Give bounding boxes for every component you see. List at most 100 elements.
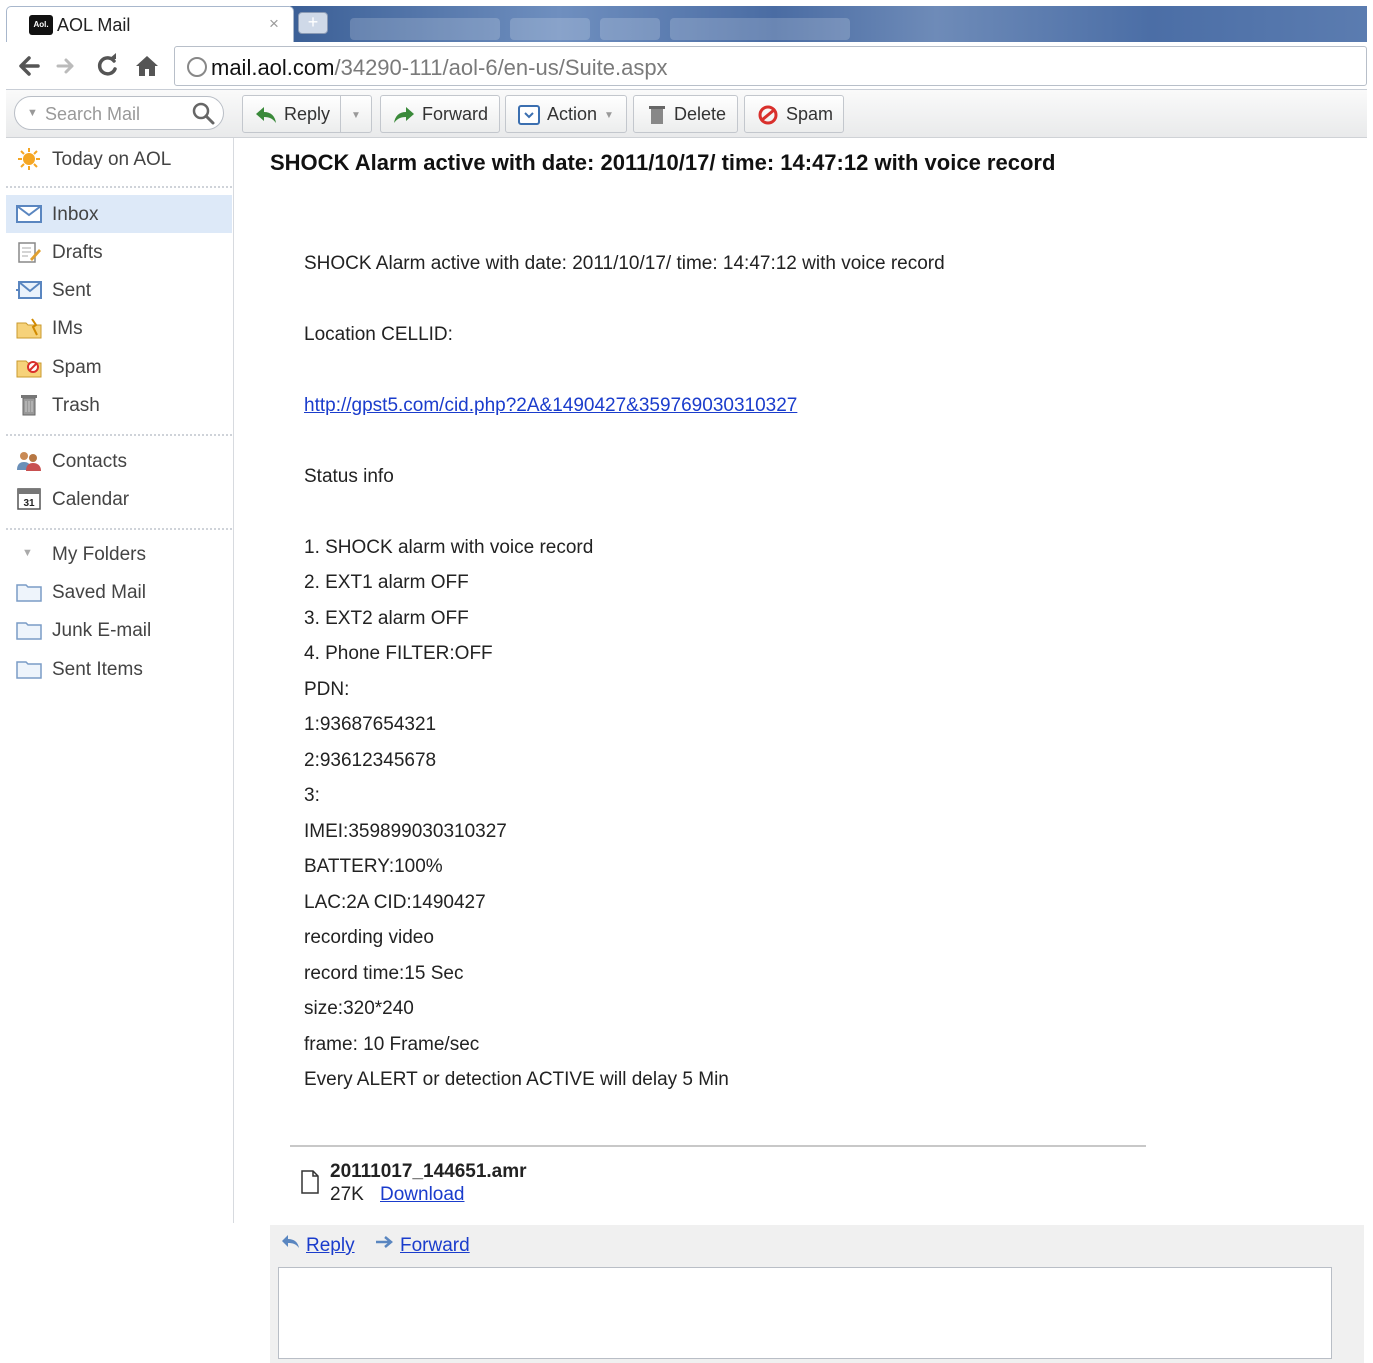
new-tab-button[interactable]: + xyxy=(298,12,328,34)
browser-tab-blurred[interactable] xyxy=(600,18,660,40)
sidebar-item-contacts[interactable]: Contacts xyxy=(6,442,232,480)
sidebar-item-saved-mail[interactable]: Saved Mail xyxy=(6,573,232,611)
sidebar-item-label: My Folders xyxy=(52,544,146,565)
status-line: BATTERY:100% xyxy=(304,856,443,877)
close-tab-icon[interactable]: × xyxy=(269,14,279,34)
sidebar-item-label: Saved Mail xyxy=(52,582,146,603)
sidebar-item-sent[interactable]: Sent xyxy=(6,271,232,309)
action-label: Action xyxy=(547,104,598,124)
ims-icon xyxy=(16,318,42,339)
calendar-icon: 31 xyxy=(17,488,41,510)
folder-icon xyxy=(16,584,42,602)
reply-button[interactable]: Reply ▼ xyxy=(242,95,372,133)
message-subject: SHOCK Alarm active with date: 2011/10/17… xyxy=(270,150,1056,175)
mail-toolbar: ▼ Reply ▼ Forward Action ▼ Delete Spam xyxy=(6,90,1367,138)
status-line: record time:15 Sec xyxy=(304,963,464,984)
search-input[interactable] xyxy=(45,102,185,126)
sidebar-item-label: IMs xyxy=(52,318,83,339)
divider xyxy=(6,186,232,188)
search-box[interactable]: ▼ xyxy=(14,96,224,130)
sidebar-item-inbox[interactable]: Inbox xyxy=(6,195,232,233)
sidebar-item-sent-items[interactable]: Sent Items xyxy=(6,650,232,688)
tab-title: AOL Mail xyxy=(57,15,131,35)
status-line: 1. SHOCK alarm with voice record xyxy=(304,537,594,558)
address-bar[interactable]: mail.aol.com/34290-111/aol-6/en-us/Suite… xyxy=(174,46,1367,86)
url-text[interactable]: mail.aol.com/34290-111/aol-6/en-us/Suite… xyxy=(211,55,668,81)
sidebar-item-label: Calendar xyxy=(52,489,130,510)
sidebar-item-calendar[interactable]: 31 Calendar xyxy=(6,480,232,518)
sidebar-item-spam[interactable]: Spam xyxy=(6,348,232,386)
trash-icon xyxy=(21,395,37,416)
quick-reply-link[interactable]: Reply xyxy=(306,1235,355,1257)
attachment-size: 27K xyxy=(330,1184,364,1205)
action-button[interactable]: Action ▼ xyxy=(505,95,627,133)
sidebar-item-ims[interactable]: IMs xyxy=(6,309,232,347)
status-line: 2. EXT1 alarm OFF xyxy=(304,572,469,593)
sidebar-item-label: Contacts xyxy=(52,451,127,472)
forward-arrow-icon xyxy=(376,1236,393,1248)
location-link[interactable]: http://gpst5.com/cid.php?2A&1490427&3597… xyxy=(304,395,797,417)
status-line: LAC:2A CID:1490427 xyxy=(304,892,486,913)
sidebar-item-label: Junk E-mail xyxy=(52,620,152,641)
forward-nav-button[interactable] xyxy=(52,51,82,81)
status-line: 3: xyxy=(304,785,320,806)
reply-options-chevron-icon[interactable]: ▼ xyxy=(351,110,361,121)
spam-folder-icon xyxy=(16,360,42,378)
spam-button[interactable]: Spam xyxy=(744,95,844,133)
arrow-left-icon xyxy=(19,56,40,76)
split-divider xyxy=(340,96,341,132)
status-line: recording video xyxy=(304,927,434,948)
sidebar: Today on AOL Inbox Drafts Sent IMs Spam … xyxy=(6,138,234,1223)
search-icon[interactable] xyxy=(191,101,215,125)
spam-label: Spam xyxy=(786,104,834,124)
arrow-right-icon xyxy=(56,58,74,74)
browser-tab-blurred[interactable] xyxy=(510,18,590,40)
status-line: 1:93687654321 xyxy=(304,714,437,735)
delete-button[interactable]: Delete xyxy=(633,95,738,133)
calendar-day-number: 31 xyxy=(23,498,35,509)
status-line: Every ALERT or detection ACTIVE will del… xyxy=(304,1069,729,1090)
divider xyxy=(6,528,232,530)
reply-arrow-icon xyxy=(256,107,276,123)
download-link[interactable]: Download xyxy=(380,1184,465,1206)
search-dropdown-icon[interactable]: ▼ xyxy=(27,107,38,119)
url-path: /34290-111/aol-6/en-us/Suite.aspx xyxy=(334,55,668,80)
chevron-down-icon[interactable]: ▼ xyxy=(22,547,48,569)
browser-navbar: mail.aol.com/34290-111/aol-6/en-us/Suite… xyxy=(6,42,1367,90)
status-line: frame: 10 Frame/sec xyxy=(304,1034,480,1055)
sidebar-item-junk-email[interactable]: Junk E-mail xyxy=(6,611,232,649)
status-line: PDN: xyxy=(304,679,350,700)
quick-reply-panel: Reply Forward xyxy=(270,1225,1364,1363)
quick-reply-textarea[interactable] xyxy=(278,1267,1332,1359)
sidebar-item-today-on-aol[interactable]: Today on AOL xyxy=(6,140,232,178)
quick-forward-link[interactable]: Forward xyxy=(400,1235,470,1257)
folder-icon xyxy=(16,622,42,640)
home-button[interactable] xyxy=(132,51,162,81)
url-host: mail.aol.com xyxy=(211,55,335,80)
folder-icon xyxy=(16,661,42,679)
sidebar-item-label: Sent Items xyxy=(52,659,143,680)
action-icon xyxy=(518,105,540,125)
sent-icon xyxy=(16,281,42,299)
sidebar-item-label: Inbox xyxy=(52,204,99,225)
inbox-icon xyxy=(16,205,42,223)
back-button[interactable] xyxy=(14,51,44,81)
browser-tab-blurred[interactable] xyxy=(350,18,500,40)
message-line: SHOCK Alarm active with date: 2011/10/17… xyxy=(304,253,945,274)
browser-tab-aol-mail[interactable]: Aol. AOL Mail × xyxy=(6,6,294,42)
reload-button[interactable] xyxy=(92,51,122,81)
sidebar-item-drafts[interactable]: Drafts xyxy=(6,233,232,271)
forward-label: Forward xyxy=(422,104,489,124)
action-chevron-down-icon: ▼ xyxy=(604,110,614,121)
message-line: Location CELLID: xyxy=(304,324,453,345)
sidebar-item-my-folders[interactable]: ▼ My Folders xyxy=(6,535,232,573)
delete-label: Delete xyxy=(674,104,727,124)
status-line: 3. EXT2 alarm OFF xyxy=(304,608,469,629)
sidebar-item-label: Drafts xyxy=(52,242,103,263)
home-icon xyxy=(136,56,158,76)
file-icon xyxy=(301,1170,319,1194)
browser-tab-blurred[interactable] xyxy=(670,18,850,40)
contacts-icon xyxy=(17,452,41,471)
forward-button[interactable]: Forward xyxy=(380,95,500,133)
sidebar-item-trash[interactable]: Trash xyxy=(6,386,232,424)
